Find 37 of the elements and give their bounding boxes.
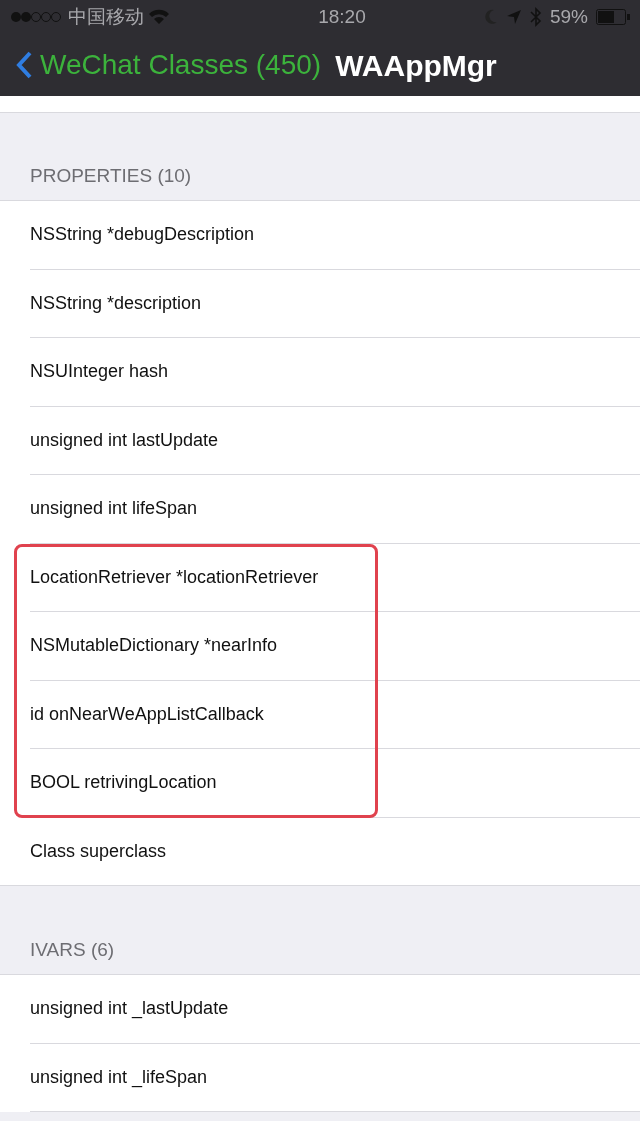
property-name: unsigned int _lifeSpan <box>30 1065 208 1090</box>
list-row[interactable]: NSString *debugDescription <box>0 201 640 270</box>
carrier-name: 中国移动 <box>68 4 144 29</box>
list-row[interactable]: unsigned int lastUpdate <box>0 406 640 475</box>
list-row[interactable]: Class superclass <box>0 817 640 886</box>
wifi-icon <box>148 9 170 25</box>
property-name: NSUInteger hash <box>30 360 169 384</box>
list-row[interactable]: NSUInteger hash <box>0 338 640 407</box>
list-row[interactable]: NSString *description <box>0 269 640 338</box>
back-chevron-icon <box>16 51 32 79</box>
battery-icon <box>596 9 630 25</box>
signal-icon <box>10 11 64 23</box>
bluetooth-icon <box>529 7 542 27</box>
property-name: id onNearWeAppListCallback <box>30 702 264 726</box>
clock: 18:20 <box>318 4 366 29</box>
property-name: unsigned int lifeSpan <box>30 497 198 521</box>
back-button[interactable]: WeChat Classes (450) <box>16 44 322 86</box>
property-name: BOOL retrivingLocation <box>30 771 217 795</box>
property-name: unsigned int _lastUpdate <box>30 997 229 1021</box>
property-name: Class superclass <box>30 839 167 863</box>
page-title: WAAppMgr <box>335 47 497 84</box>
location-arrow-icon <box>505 9 522 25</box>
list-row[interactable]: NSMutableDictionary *nearInfo <box>0 612 640 681</box>
battery-percentage: 59% <box>549 4 588 29</box>
list-row[interactable]: unsigned int _lifeSpan <box>0 1043 640 1112</box>
section-header: IVARS (6) <box>30 937 115 962</box>
list-row[interactable]: unsigned int _lastUpdate <box>0 975 640 1044</box>
list-row[interactable]: BOOL retrivingLocation <box>0 749 640 818</box>
property-name: NSMutableDictionary *nearInfo <box>30 634 278 658</box>
property-name: LocationRetriever *locationRetriever <box>30 565 319 589</box>
property-name: NSString *description <box>30 291 202 315</box>
section-header: PROPERTIES (10) <box>30 163 192 188</box>
property-name: unsigned int lastUpdate <box>30 428 219 452</box>
property-name: NSString *debugDescription <box>30 223 255 247</box>
list-row[interactable]: id onNearWeAppListCallback <box>0 680 640 749</box>
list-row[interactable]: unsigned int lifeSpan <box>0 475 640 544</box>
list-row[interactable]: LocationRetriever *locationRetriever <box>0 543 640 612</box>
